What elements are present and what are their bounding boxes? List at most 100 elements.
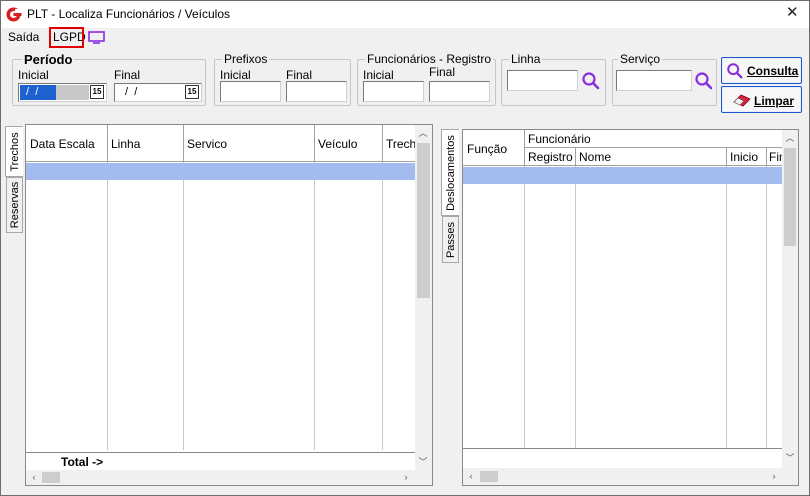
scroll-left-icon[interactable]: ‹ [28, 473, 40, 482]
tab-deslocamentos[interactable]: Deslocamentos [441, 129, 459, 216]
col-divider [766, 166, 767, 448]
consulta-button[interactable]: Consulta [721, 57, 802, 84]
scroll-up-icon[interactable]: ︿ [417, 129, 429, 138]
tab-passes[interactable]: Passes [442, 216, 459, 263]
table-row-selected[interactable] [26, 163, 415, 180]
funcionarios-final-label: Final [429, 65, 456, 79]
search-icon [727, 63, 743, 79]
servico-legend: Serviço [618, 52, 663, 66]
calendar-icon[interactable]: 15 [185, 85, 199, 99]
horizontal-scrollbar[interactable]: ‹ › [463, 468, 798, 485]
col-divider [524, 166, 525, 448]
col-inicio[interactable]: Inicio [730, 150, 758, 164]
prefixos-legend: Prefixos [222, 52, 270, 66]
col-divider [575, 166, 576, 448]
col-divider [524, 130, 525, 166]
consulta-label: Consulta [747, 64, 799, 78]
funcionarios-final-input[interactable] [429, 81, 490, 102]
tab-reservas[interactable]: Reservas [6, 177, 23, 233]
servico-input[interactable] [616, 70, 692, 91]
vertical-scrollbar[interactable]: ︿ ﹀ [415, 125, 432, 470]
periodo-final-input[interactable]: / / 15 [114, 83, 202, 102]
col-divider [314, 162, 315, 450]
search-icon[interactable] [581, 71, 601, 91]
scroll-thumb[interactable] [42, 472, 60, 483]
tab-reservas-label: Reservas [8, 181, 21, 229]
scroll-up-icon[interactable]: ︿ [784, 134, 796, 143]
lgpd-highlight [49, 27, 84, 48]
close-icon[interactable]: ✕ [786, 5, 799, 20]
deslocamentos-table-header: Função Funcionário Registro Nome Inicio … [463, 130, 782, 166]
col-divider [382, 125, 383, 162]
window-title: PLT - Localiza Funcionários / Veículos [27, 7, 230, 21]
search-icon[interactable] [694, 71, 714, 91]
calendar-icon[interactable]: 15 [90, 85, 104, 99]
funcionarios-inicial-input[interactable] [363, 81, 424, 102]
col-divider [575, 148, 576, 166]
col-divider [314, 125, 315, 162]
tab-passes-label: Passes [444, 221, 457, 258]
tab-trechos[interactable]: Trechos [5, 126, 23, 177]
trechos-table-header: Data Escala Linha Servico Veículo Trecho [26, 125, 415, 162]
prefixos-final-input[interactable] [286, 81, 347, 102]
scroll-down-icon[interactable]: ﹀ [417, 458, 429, 467]
table-row-selected[interactable] [463, 167, 782, 184]
total-row: Total -> [26, 452, 415, 470]
col-divider [183, 125, 184, 162]
linha-input[interactable] [507, 70, 578, 91]
col-veiculo[interactable]: Veículo [318, 137, 357, 151]
col-servico[interactable]: Servico [187, 137, 227, 151]
title-bar: PLT - Localiza Funcionários / Veículos ✕ [1, 1, 809, 28]
col-trecho[interactable]: Trecho [386, 137, 415, 151]
menu-bar: Saída LGPD [1, 28, 809, 47]
menu-saida[interactable]: Saída [8, 29, 39, 45]
scroll-right-icon[interactable]: › [768, 472, 780, 481]
col-registro[interactable]: Registro [528, 150, 573, 164]
limpar-button[interactable]: Limpar [721, 86, 802, 113]
col-funcao[interactable]: Função [467, 142, 507, 156]
col-divider [107, 162, 108, 450]
periodo-legend: Período [22, 52, 75, 67]
periodo-inicial-input[interactable]: / / 15 [18, 83, 107, 102]
app-logo-icon [6, 7, 22, 22]
col-divider [183, 162, 184, 450]
limpar-label: Limpar [754, 94, 795, 108]
horizontal-scrollbar[interactable]: ‹ › [26, 470, 432, 485]
total-label: Total -> [61, 455, 104, 469]
periodo-final-value: / / [122, 86, 138, 98]
deslocamentos-table: Função Funcionário Registro Nome Inicio … [462, 129, 799, 486]
scroll-down-icon[interactable]: ﹀ [784, 454, 796, 463]
col-divider [382, 162, 383, 450]
periodo-inicial-label: Inicial [18, 68, 49, 82]
col-data-escala[interactable]: Data Escala [30, 137, 95, 151]
scroll-thumb[interactable] [417, 143, 430, 298]
col-nome[interactable]: Nome [579, 150, 611, 164]
tab-deslocamentos-label: Deslocamentos [444, 134, 457, 211]
eraser-icon [733, 94, 751, 107]
scroll-thumb[interactable] [784, 148, 796, 246]
col-divider [726, 166, 727, 448]
scroll-thumb[interactable] [480, 471, 498, 482]
periodo-inicial-value: / / [23, 86, 39, 98]
scroll-right-icon[interactable]: › [400, 473, 412, 482]
vertical-scrollbar[interactable]: ︿ ﹀ [782, 130, 798, 468]
col-divider [766, 148, 767, 166]
col-divider [726, 148, 727, 166]
table-bottom-border [463, 448, 782, 449]
tab-trechos-label: Trechos [8, 131, 21, 172]
col-trecho-clip: Trecho [383, 125, 415, 161]
periodo-final-label: Final [114, 68, 141, 82]
prefixos-inicial-input[interactable] [220, 81, 281, 102]
main-window: PLT - Localiza Funcionários / Veículos ✕… [0, 0, 810, 496]
col-fim-clip: Fim [767, 147, 782, 165]
scroll-left-icon[interactable]: ‹ [465, 472, 477, 481]
monitor-icon[interactable] [88, 31, 105, 44]
trechos-table: Data Escala Linha Servico Veículo Trecho… [25, 124, 433, 486]
linha-legend: Linha [509, 52, 543, 66]
col-funcionario-group: Funcionário [528, 132, 591, 146]
periodo-inicial-disabled [56, 85, 89, 100]
col-fim[interactable]: Fim [769, 150, 782, 164]
col-linha[interactable]: Linha [111, 137, 140, 151]
col-divider [107, 125, 108, 162]
header-divider [524, 147, 782, 148]
